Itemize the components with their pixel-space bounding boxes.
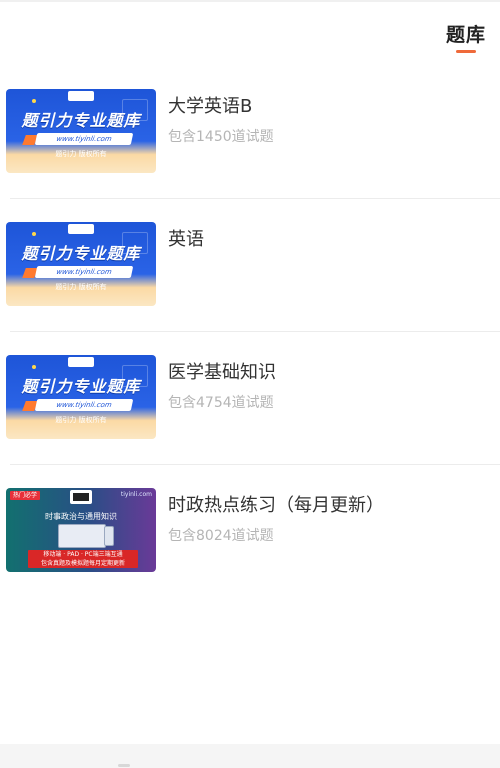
list-item[interactable]: 题引力专业题库 www.tiyinli.com 题引力 版权所有 大学英语B 包… bbox=[0, 66, 500, 199]
item-question-count: 包含8024道试题 bbox=[168, 528, 274, 544]
course-thumbnail[interactable]: 题引力专业题库 www.tiyinli.com 题引力 版权所有 bbox=[6, 355, 156, 439]
thumbnail-copyright: 题引力 版权所有 bbox=[55, 283, 107, 291]
tab-active-indicator bbox=[456, 50, 476, 53]
bottom-bar bbox=[0, 744, 500, 768]
list-item[interactable]: 题引力专业题库 www.tiyinli.com 题引力 版权所有 英语 bbox=[0, 199, 500, 332]
thumbnail-title: 题引力专业题库 bbox=[21, 111, 141, 130]
thumbnail-title: 时事政治与通用知识 bbox=[45, 512, 117, 521]
banner-line: 包含真题及模拟题每月定期更新 bbox=[40, 560, 125, 567]
monitor-icon bbox=[58, 524, 106, 548]
brand-logo-icon bbox=[68, 224, 94, 234]
hot-tag-badge: 热门必学 bbox=[10, 491, 41, 500]
header: 题库 bbox=[0, 0, 500, 66]
item-title[interactable]: 时政热点练习（每月更新） bbox=[168, 491, 384, 517]
bottom-bar-indicator bbox=[118, 764, 130, 767]
thumbnail-title: 题引力专业题库 bbox=[21, 377, 141, 396]
question-bank-list: 题引力专业题库 www.tiyinli.com 题引力 版权所有 大学英语B 包… bbox=[0, 66, 500, 598]
thumbnail-url: www.tiyinli.com bbox=[34, 399, 134, 411]
thumbnail-copyright: 题引力 版权所有 bbox=[55, 150, 107, 158]
item-question-count: 包含1450道试题 bbox=[168, 129, 274, 145]
course-thumbnail[interactable]: 热门必学 tiyinli.com 时事政治与通用知识 移动端 · PAD · P… bbox=[6, 488, 156, 572]
thumbnail-url: www.tiyinli.com bbox=[34, 133, 134, 145]
star-icon bbox=[32, 365, 36, 369]
item-title[interactable]: 英语 bbox=[168, 225, 204, 251]
brand-logo-icon bbox=[68, 357, 94, 367]
phone-icon bbox=[104, 526, 114, 546]
thumbnail-feature-banner: 移动端 · PAD · PC端三端互通 包含真题及模拟题每月定期更新 bbox=[28, 550, 138, 568]
banner-line: 移动端 · PAD · PC端三端互通 bbox=[43, 551, 123, 558]
course-thumbnail[interactable]: 题引力专业题库 www.tiyinli.com 题引力 版权所有 bbox=[6, 222, 156, 306]
list-item[interactable]: 题引力专业题库 www.tiyinli.com 题引力 版权所有 医学基础知识 … bbox=[0, 332, 500, 465]
list-item[interactable]: 热门必学 tiyinli.com 时事政治与通用知识 移动端 · PAD · P… bbox=[0, 465, 500, 598]
thumbnail-title: 题引力专业题库 bbox=[21, 244, 141, 263]
item-question-count: 包含4754道试题 bbox=[168, 395, 274, 411]
star-icon bbox=[32, 232, 36, 236]
tab-question-bank[interactable]: 题库 bbox=[446, 20, 486, 47]
course-thumbnail[interactable]: 题引力专业题库 www.tiyinli.com 题引力 版权所有 bbox=[6, 89, 156, 173]
item-title[interactable]: 大学英语B bbox=[168, 92, 252, 118]
thumbnail-url: www.tiyinli.com bbox=[34, 266, 134, 278]
brand-logo-icon bbox=[68, 91, 94, 101]
item-title[interactable]: 医学基础知识 bbox=[168, 358, 276, 384]
thumbnail-copyright: 题引力 版权所有 bbox=[55, 416, 107, 424]
qr-code-icon bbox=[70, 490, 92, 504]
star-icon bbox=[32, 99, 36, 103]
thumbnail-site: tiyinli.com bbox=[120, 491, 152, 498]
